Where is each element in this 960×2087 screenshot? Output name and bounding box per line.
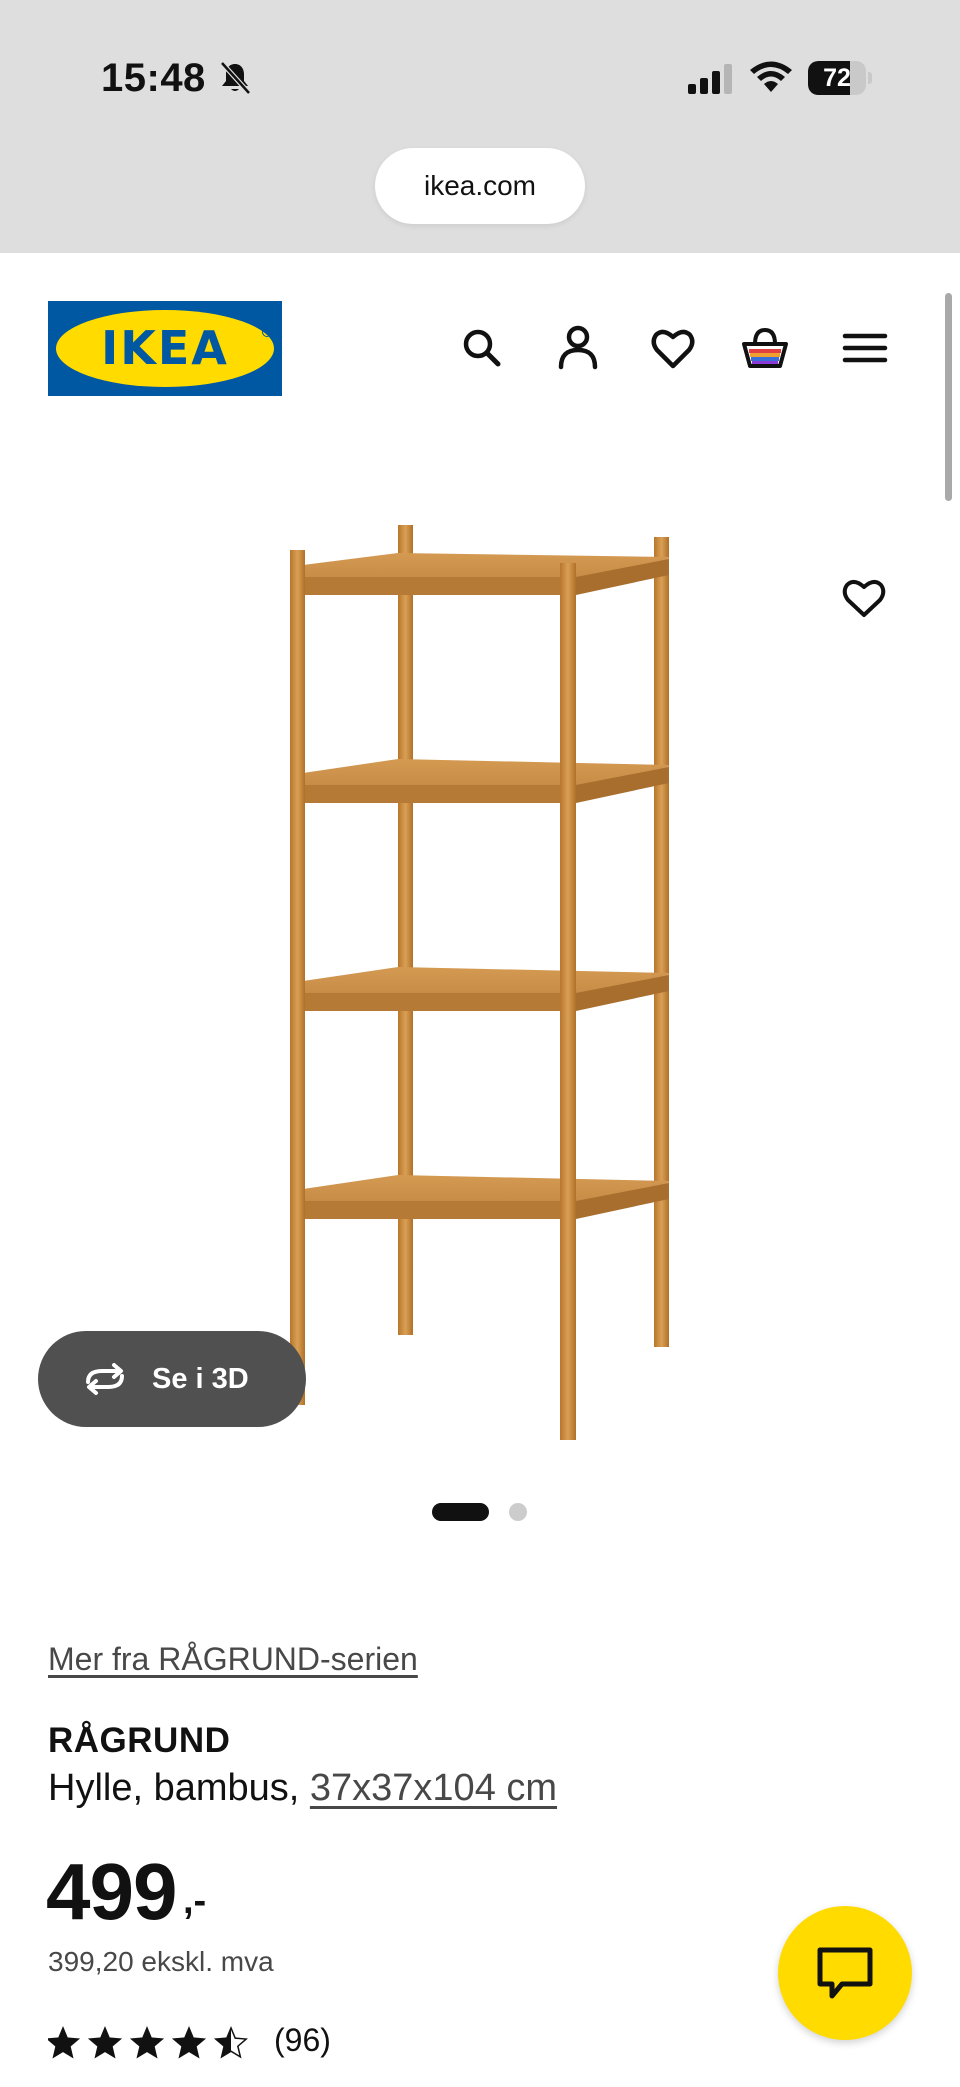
chat-bubble-icon (817, 1947, 873, 1999)
product-type: Hylle, bambus, (48, 1767, 300, 1809)
battery-percent: 72 (823, 64, 851, 92)
product-price: 499 (46, 1847, 177, 1936)
view-in-3d-button[interactable]: Se i 3D (38, 1331, 306, 1427)
rating-star (48, 2026, 81, 2059)
battery-icon: 72 (808, 61, 872, 95)
account-icon[interactable] (554, 322, 602, 374)
rating-star (171, 2026, 207, 2059)
wishlist-heart-icon[interactable] (649, 322, 697, 374)
search-icon[interactable] (458, 322, 506, 374)
rating-star (87, 2026, 123, 2059)
logo-text: IKEA (101, 321, 229, 375)
rating-star (213, 2026, 248, 2059)
cellular-signal-icon (688, 64, 732, 94)
save-product-heart-icon[interactable] (841, 575, 887, 619)
bell-slash-icon (220, 61, 251, 95)
chat-button[interactable] (778, 1906, 912, 2040)
price-excluding-vat: 399,20 ekskl. mva (48, 1946, 274, 1977)
wifi-icon (750, 61, 792, 92)
price-suffix: ,- (183, 1880, 207, 1922)
rating-stars[interactable] (48, 2025, 248, 2061)
shopping-bag-icon[interactable] (741, 322, 789, 374)
view-in-3d-label: Se i 3D (152, 1363, 249, 1395)
ikea-logo[interactable]: IKEA (48, 301, 282, 396)
rotate-3d-icon (86, 1363, 124, 1395)
status-time: 15:48 (101, 56, 206, 100)
gallery-dot-active[interactable] (432, 1503, 489, 1521)
product-dimensions-link[interactable]: 37x37x104 cm (310, 1767, 557, 1809)
page-scrollbar[interactable] (945, 293, 952, 501)
series-link[interactable]: Mer fra RÅGRUND-serien (48, 1641, 418, 1678)
status-and-url-bar: 15:48 72 ikea.com (0, 0, 960, 253)
product-image[interactable] (280, 515, 680, 1445)
product-description: Hylle, bambus, 37x37x104 cm (48, 1767, 557, 1810)
url-bar[interactable]: ikea.com (375, 148, 585, 224)
review-count[interactable]: (96) (274, 2022, 331, 2059)
product-name: RÅGRUND (48, 1721, 231, 1760)
gallery-dot[interactable] (509, 1503, 527, 1521)
rating-star (129, 2026, 165, 2059)
hamburger-menu-icon[interactable] (841, 322, 889, 374)
